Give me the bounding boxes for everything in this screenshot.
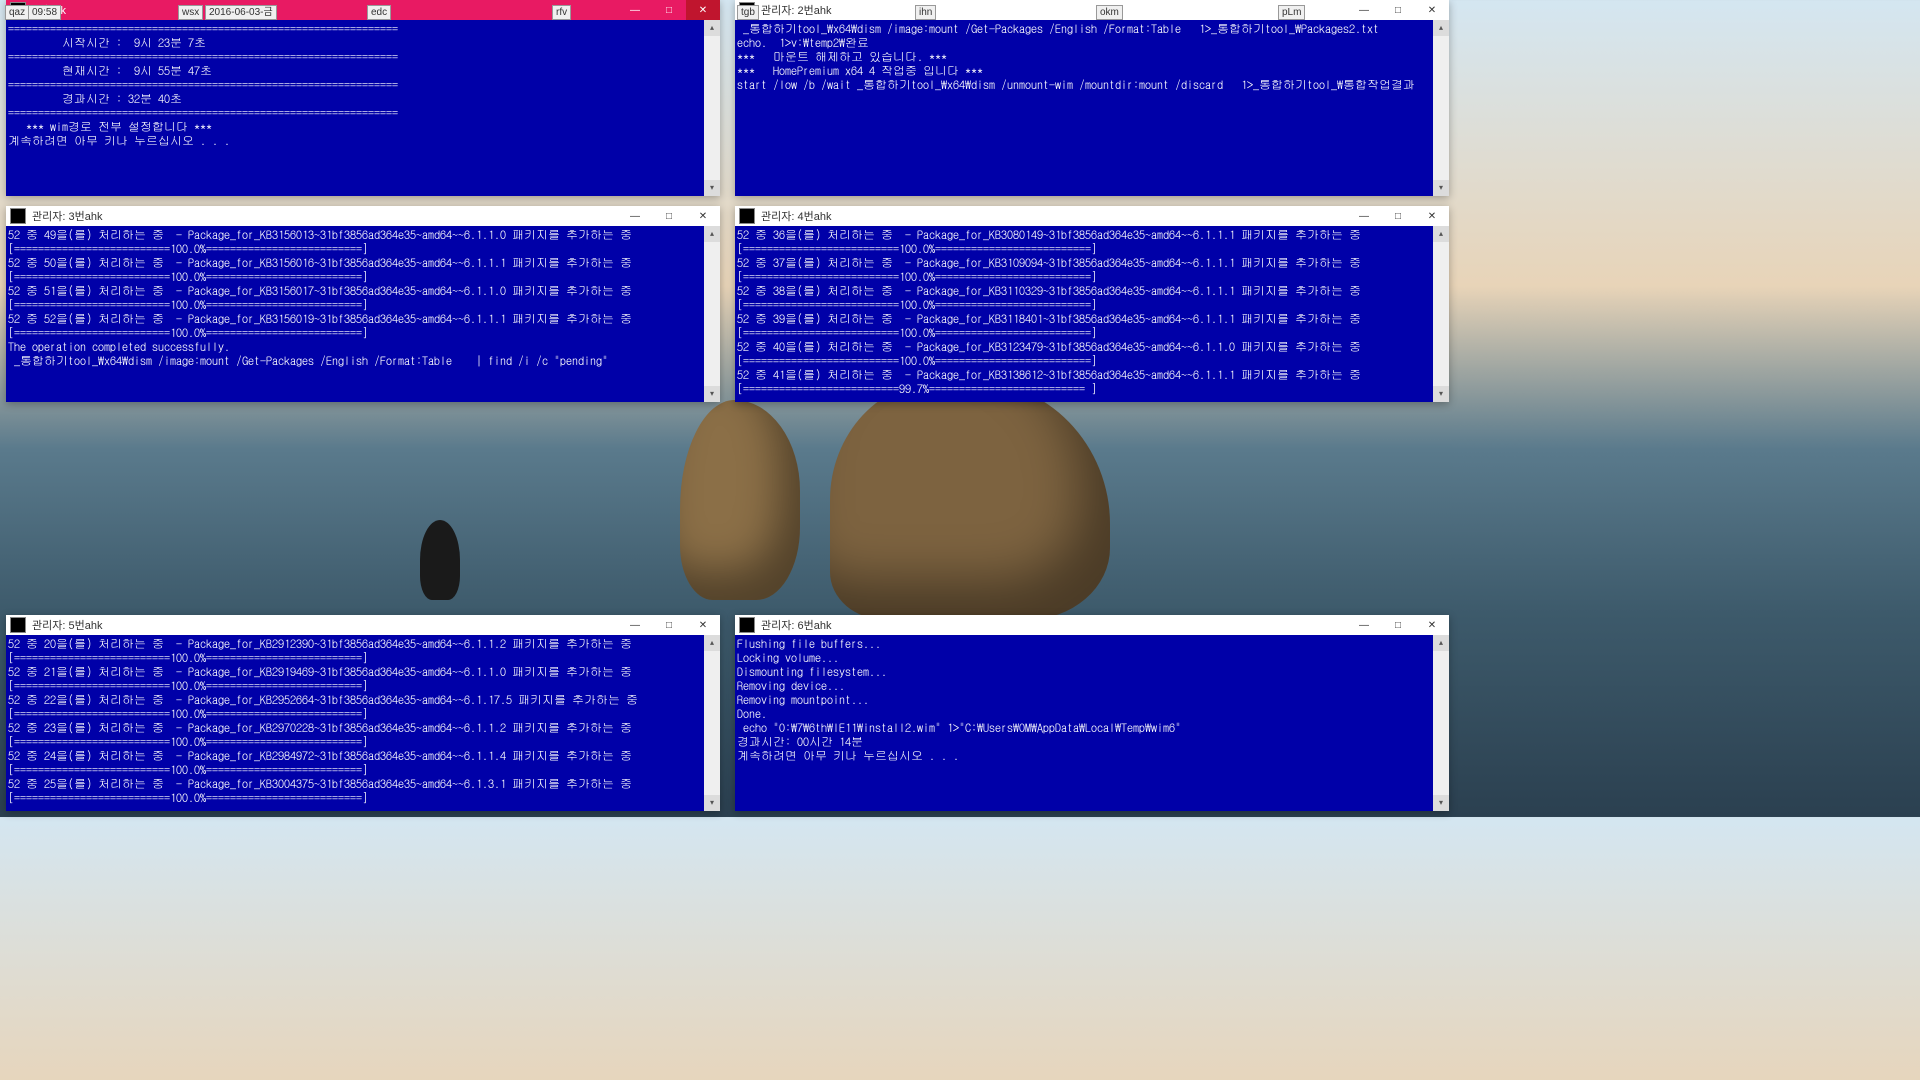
scroll-up-icon[interactable]: ▴ bbox=[704, 20, 720, 36]
titlebar[interactable]: 관리자: 6번ahk — □ ✕ bbox=[735, 615, 1449, 635]
terminal-window-4[interactable]: 관리자: 4번ahk — □ ✕ 52 중 36을(를) 처리하는 중 - Pa… bbox=[735, 206, 1449, 402]
terminal-line: Removing mountpoint... bbox=[737, 693, 1447, 707]
titlebar[interactable]: 관리자: 2번ahk — □ ✕ bbox=[735, 0, 1449, 20]
close-button[interactable]: ✕ bbox=[1415, 0, 1449, 20]
close-button[interactable]: ✕ bbox=[1415, 206, 1449, 226]
hotkey-label: edc bbox=[367, 5, 391, 20]
minimize-button[interactable]: — bbox=[1347, 615, 1381, 635]
bg-rock bbox=[680, 400, 800, 600]
titlebar[interactable]: 관리자: 5번ahk — □ ✕ bbox=[6, 615, 720, 635]
terminal-body[interactable]: 52 중 49을(를) 처리하는 중 - Package_for_KB31560… bbox=[6, 226, 720, 402]
terminal-body[interactable]: Flushing file buffers...Locking volume..… bbox=[735, 635, 1449, 811]
hotkey-label: pLm bbox=[1278, 5, 1305, 20]
hotkey-label: ihn bbox=[915, 5, 936, 20]
terminal-body[interactable]: _통합하기tool_\x64\dism /image:mount /Get-Pa… bbox=[735, 20, 1449, 196]
window-title: 관리자: 3번ahk bbox=[30, 208, 102, 224]
scroll-down-icon[interactable]: ▾ bbox=[704, 795, 720, 811]
hotkey-label: tgb bbox=[737, 5, 759, 20]
terminal-window-1[interactable]: 1번ahk — □ ✕ ============================… bbox=[6, 0, 720, 196]
minimize-button[interactable]: — bbox=[618, 615, 652, 635]
scrollbar[interactable]: ▴ ▾ bbox=[1433, 635, 1449, 811]
maximize-button[interactable]: □ bbox=[1381, 615, 1415, 635]
scroll-up-icon[interactable]: ▴ bbox=[1433, 226, 1449, 242]
terminal-window-3[interactable]: 관리자: 3번ahk — □ ✕ 52 중 49을(를) 처리하는 중 - Pa… bbox=[6, 206, 720, 402]
hotkey-label: qaz bbox=[5, 5, 29, 20]
minimize-button[interactable]: — bbox=[618, 206, 652, 226]
maximize-button[interactable]: □ bbox=[652, 206, 686, 226]
scrollbar[interactable]: ▴ ▾ bbox=[704, 226, 720, 402]
terminal-window-6[interactable]: 관리자: 6번ahk — □ ✕ Flushing file buffers..… bbox=[735, 615, 1449, 811]
close-button[interactable]: ✕ bbox=[686, 0, 720, 20]
hotkey-label: okm bbox=[1096, 5, 1123, 20]
terminal-body[interactable]: ========================================… bbox=[6, 20, 720, 196]
clock-label: 09:58 bbox=[28, 5, 61, 20]
titlebar[interactable]: 관리자: 4번ahk — □ ✕ bbox=[735, 206, 1449, 226]
hotkey-label: wsx bbox=[178, 5, 203, 20]
date-label: 2016-06-03-금 bbox=[205, 5, 277, 20]
terminal-line: Flushing file buffers... bbox=[737, 637, 1447, 651]
window-title: 관리자: 5번ahk bbox=[30, 617, 102, 633]
terminal-line: 계속하려면 아무 키나 누르십시오 . . . bbox=[737, 749, 1447, 763]
scrollbar[interactable]: ▴ ▾ bbox=[704, 635, 720, 811]
hotkey-label: rfv bbox=[552, 5, 571, 20]
scroll-down-icon[interactable]: ▾ bbox=[704, 180, 720, 196]
cmd-icon bbox=[739, 617, 755, 633]
close-button[interactable]: ✕ bbox=[686, 615, 720, 635]
scroll-up-icon[interactable]: ▴ bbox=[1433, 635, 1449, 651]
terminal-line: [==========================99.7%========… bbox=[737, 382, 1447, 396]
window-title: 관리자: 4번ahk bbox=[759, 208, 831, 224]
terminal-body[interactable]: 52 중 36을(를) 처리하는 중 - Package_for_KB30801… bbox=[735, 226, 1449, 402]
maximize-button[interactable]: □ bbox=[652, 0, 686, 20]
cmd-icon bbox=[739, 208, 755, 224]
scroll-down-icon[interactable]: ▾ bbox=[1433, 795, 1449, 811]
scroll-up-icon[interactable]: ▴ bbox=[704, 226, 720, 242]
cmd-icon bbox=[10, 617, 26, 633]
titlebar[interactable]: 관리자: 3번ahk — □ ✕ bbox=[6, 206, 720, 226]
terminal-line: start /low /b /wait _통합하기tool_\x64\dism … bbox=[737, 78, 1447, 92]
bg-rock bbox=[830, 380, 1110, 620]
minimize-button[interactable]: — bbox=[618, 0, 652, 20]
maximize-button[interactable]: □ bbox=[1381, 0, 1415, 20]
scroll-down-icon[interactable]: ▾ bbox=[1433, 180, 1449, 196]
scrollbar[interactable]: ▴ ▾ bbox=[1433, 226, 1449, 402]
maximize-button[interactable]: □ bbox=[1381, 206, 1415, 226]
scrollbar[interactable]: ▴ ▾ bbox=[704, 20, 720, 196]
scroll-up-icon[interactable]: ▴ bbox=[704, 635, 720, 651]
terminal-body[interactable]: 52 중 20을(를) 처리하는 중 - Package_for_KB29123… bbox=[6, 635, 720, 811]
titlebar[interactable]: 1번ahk — □ ✕ bbox=[6, 0, 720, 20]
terminal-line: 계속하려면 아무 키나 누르십시오 . . . bbox=[8, 134, 718, 148]
minimize-button[interactable]: — bbox=[1347, 206, 1381, 226]
window-title: 관리자: 6번ahk bbox=[759, 617, 831, 633]
terminal-line: [==========================100.0%=======… bbox=[8, 791, 718, 805]
close-button[interactable]: ✕ bbox=[686, 206, 720, 226]
scroll-down-icon[interactable]: ▾ bbox=[704, 386, 720, 402]
terminal-window-2[interactable]: 관리자: 2번ahk — □ ✕ _통합하기tool_\x64\dism /im… bbox=[735, 0, 1449, 196]
terminal-line: _통합하기tool_\x64\dism /image:mount /Get-Pa… bbox=[8, 354, 718, 368]
window-title: 관리자: 2번ahk bbox=[759, 2, 831, 18]
bg-runner bbox=[420, 520, 460, 600]
terminal-window-5[interactable]: 관리자: 5번ahk — □ ✕ 52 중 20을(를) 처리하는 중 - Pa… bbox=[6, 615, 720, 811]
scrollbar[interactable]: ▴ ▾ bbox=[1433, 20, 1449, 196]
minimize-button[interactable]: — bbox=[1347, 0, 1381, 20]
maximize-button[interactable]: □ bbox=[652, 615, 686, 635]
close-button[interactable]: ✕ bbox=[1415, 615, 1449, 635]
scroll-up-icon[interactable]: ▴ bbox=[1433, 20, 1449, 36]
cmd-icon bbox=[10, 208, 26, 224]
scroll-down-icon[interactable]: ▾ bbox=[1433, 386, 1449, 402]
